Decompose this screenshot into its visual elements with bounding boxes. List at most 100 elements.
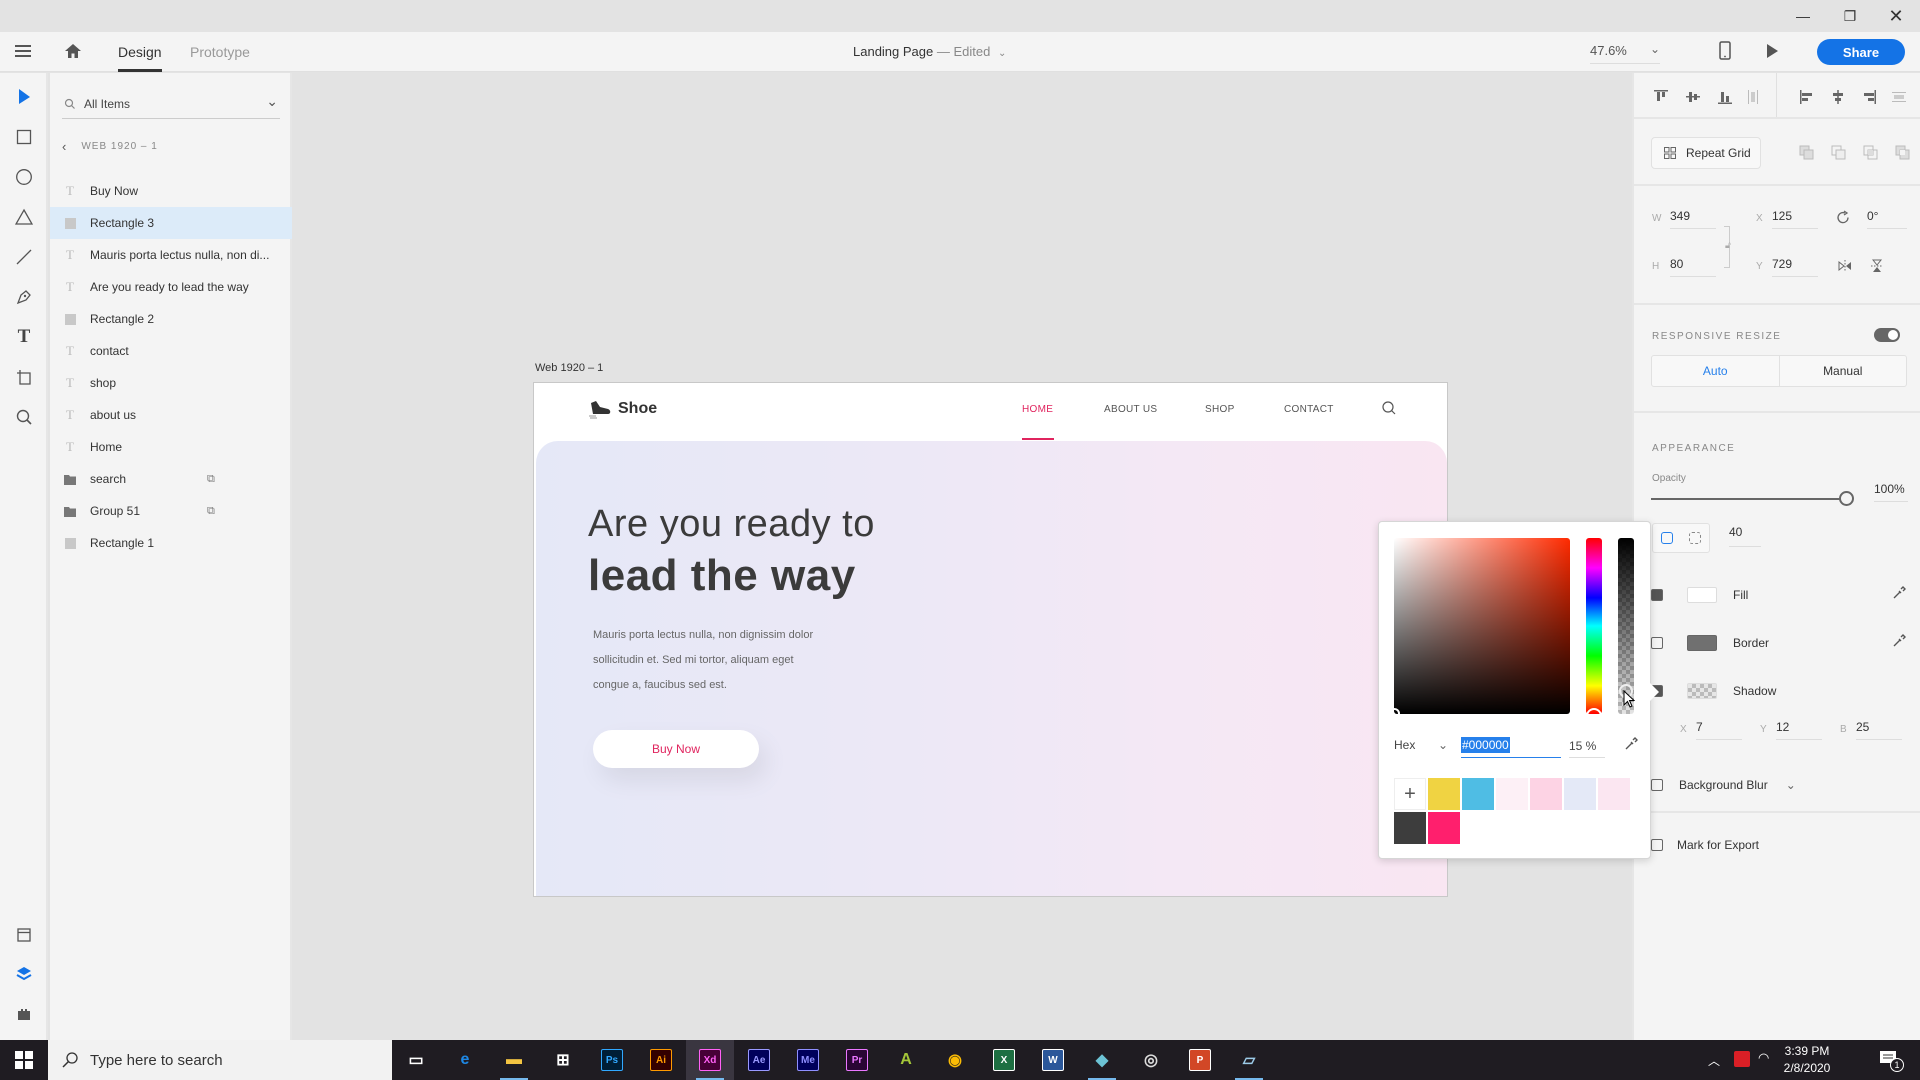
layer-item[interactable]: Rectangle 1 [50,527,292,559]
fill-checkbox[interactable] [1651,589,1663,601]
align-top-button[interactable] [1652,88,1670,106]
plugins-panel-button[interactable] [12,1002,36,1026]
hamburger-menu-button[interactable] [14,42,34,62]
taskbar-clock[interactable]: 3:39 PM 2/8/2020 [1773,1043,1841,1077]
taskbar-app-file-explorer[interactable]: ▬ [490,1040,538,1080]
resize-mode-auto[interactable]: Auto [1652,356,1780,386]
shadow-x-input[interactable]: 7 [1696,720,1742,740]
picker-eyedropper-button[interactable] [1624,737,1638,756]
taskbar-search-box[interactable]: Type here to search [48,1040,392,1080]
layer-filter-dropdown[interactable]: All Items ⌄ [62,89,280,119]
distribute-vertical-button[interactable] [1744,88,1762,106]
opacity-slider-thumb[interactable] [1839,491,1854,506]
width-input[interactable]: 349 [1670,209,1716,229]
taskbar-app-edge[interactable]: e [441,1040,489,1080]
taskbar-app-photoshop[interactable]: Ps [588,1040,636,1080]
start-button[interactable] [0,1040,48,1080]
responsive-resize-toggle[interactable] [1874,328,1900,342]
artboard-label[interactable]: Web 1920 – 1 [535,362,603,374]
resize-mode-manual[interactable]: Manual [1780,356,1907,386]
layer-item[interactable]: T Buy Now [50,175,292,207]
layers-panel-button[interactable] [12,962,36,986]
taskbar-app-task-view[interactable]: ▭ [392,1040,440,1080]
color-swatch[interactable] [1462,778,1494,810]
creative-cloud-tray-button[interactable] [1734,1051,1750,1067]
layer-item[interactable]: T Are you ready to lead the way [50,271,292,303]
fill-color-swatch[interactable] [1687,587,1717,603]
hero-body-text[interactable]: Mauris porta lectus nulla, non dignissim… [593,623,853,698]
saturation-brightness-area[interactable] [1394,538,1570,714]
taskbar-app-media-encoder[interactable]: Me [784,1040,832,1080]
zoom-tool[interactable] [12,405,36,429]
show-hidden-icons-button[interactable]: ︿ [1708,1052,1720,1069]
color-mode-dropdown[interactable]: Hex ⌄ [1394,738,1448,752]
taskbar-app-illustrator[interactable]: Ai [637,1040,685,1080]
opacity-slider-track[interactable] [1651,498,1841,500]
opacity-input[interactable]: 100% [1874,482,1908,502]
color-swatch[interactable] [1394,812,1426,844]
buy-now-button[interactable]: Buy Now [593,730,759,768]
site-logo[interactable]: Shoe [588,399,657,419]
chevron-down-icon[interactable]: ⌄ [1786,778,1796,792]
layer-item[interactable]: T Home [50,431,292,463]
color-swatch[interactable] [1496,778,1528,810]
home-button[interactable] [64,42,84,62]
boolean-add-button[interactable] [1799,145,1815,166]
border-eyedropper-button[interactable] [1892,634,1906,653]
color-swatch[interactable] [1428,778,1460,810]
layer-item[interactable]: Group 51 ⧉ [50,495,292,527]
flip-vertical-button[interactable] [1870,259,1884,278]
site-nav-shop[interactable]: SHOP [1205,404,1235,415]
ellipse-tool[interactable] [12,165,36,189]
align-left-button[interactable] [1798,88,1816,106]
border-color-swatch[interactable] [1687,635,1717,651]
action-center-button[interactable]: 1 [1878,1048,1904,1074]
mark-for-export-checkbox[interactable] [1651,839,1663,851]
border-checkbox[interactable] [1651,637,1663,649]
document-title[interactable]: Landing Page — Edited ⌄ [853,32,1006,72]
y-input[interactable]: 729 [1772,257,1818,277]
taskbar-app-xd[interactable]: Xd [686,1040,734,1080]
repeat-grid-button[interactable]: Repeat Grid [1651,137,1761,169]
taskbar-app-after-effects[interactable]: Ae [735,1040,783,1080]
shadow-color-swatch[interactable] [1687,683,1717,699]
background-blur-checkbox[interactable] [1651,779,1663,791]
line-tool[interactable] [12,245,36,269]
close-window-button[interactable]: ✕ [1873,0,1919,32]
rotation-input[interactable]: 0° [1867,209,1907,229]
layer-item[interactable]: search ⧉ [50,463,292,495]
device-preview-button[interactable] [1718,40,1738,64]
lock-aspect-button[interactable]: 🔓︎ [1725,240,1731,251]
shadow-y-input[interactable]: 12 [1776,720,1822,740]
pen-tool[interactable] [12,285,36,309]
layer-item[interactable]: Tabout us [50,399,292,431]
shadow-blur-input[interactable]: 25 [1856,720,1902,740]
align-middle-button[interactable] [1684,88,1702,106]
assets-panel-button[interactable] [12,923,36,947]
hero-heading-line2[interactable]: lead the way [588,551,856,601]
align-bottom-button[interactable] [1716,88,1734,106]
color-swatch[interactable] [1428,812,1460,844]
select-tool[interactable] [12,85,36,109]
minimize-button[interactable]: — [1780,0,1826,32]
boolean-exclude-button[interactable] [1895,145,1911,166]
share-button[interactable]: Share [1817,39,1905,65]
taskbar-app-android-studio[interactable]: A [882,1040,930,1080]
taskbar-app-notepad[interactable]: ▱ [1225,1040,1273,1080]
height-input[interactable]: 80 [1670,257,1716,277]
taskbar-app-word[interactable]: W [1029,1040,1077,1080]
add-swatch-button[interactable]: + [1394,778,1426,810]
taskbar-app-powerpoint[interactable]: P [1176,1040,1224,1080]
layer-item[interactable]: Rectangle 2 [50,303,292,335]
per-corner-button[interactable] [1689,532,1701,544]
artboard[interactable]: Shoe HOME ABOUT US SHOP CONTACT Are you … [533,382,1448,897]
boolean-subtract-button[interactable] [1831,145,1847,166]
taskbar-app-obs[interactable]: ◎ [1127,1040,1175,1080]
boolean-intersect-button[interactable] [1863,145,1879,166]
tab-prototype[interactable]: Prototype [190,32,250,72]
taskbar-app-app-diamond[interactable]: ◆ [1078,1040,1126,1080]
layer-item[interactable]: T Mauris porta lectus nulla, non di... [50,239,292,271]
rotate-button[interactable] [1836,210,1851,230]
align-center-button[interactable] [1829,88,1847,106]
tab-design[interactable]: Design [118,32,162,72]
